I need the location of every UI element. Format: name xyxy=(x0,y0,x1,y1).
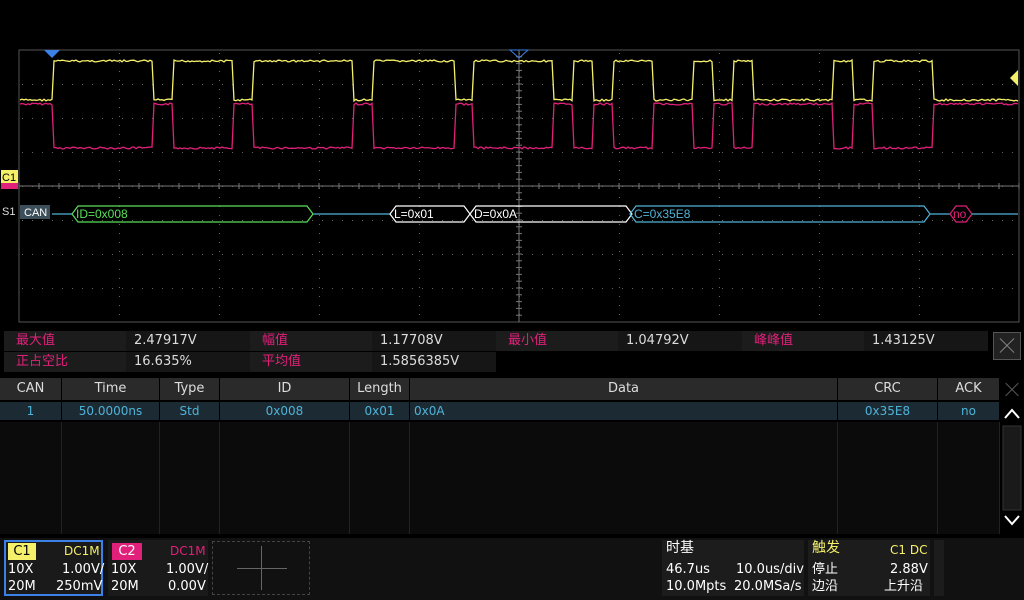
ch1-probe: 10X xyxy=(8,562,34,577)
waveform-display[interactable]: C1 S1 CAN ID=0x008 L=0x01 D=0x0A C=0x35E… xyxy=(0,0,1024,326)
table-scrollbar[interactable] xyxy=(1002,404,1022,530)
ch2-name: C2 xyxy=(112,543,142,560)
meas-pkpk-value: 1.43125V xyxy=(864,331,988,351)
plus-icon-vertical xyxy=(261,546,262,590)
meas-amp-label: 幅值 xyxy=(250,331,374,351)
close-measurements-icon[interactable] xyxy=(993,332,1021,360)
close-table-icon[interactable] xyxy=(1002,380,1022,400)
table-empty-area xyxy=(0,422,62,534)
ch2-bandwidth: 20M xyxy=(111,579,139,594)
decode-crc-label: C=0x35E8 xyxy=(634,207,691,221)
ch1-coupling: DC1M xyxy=(64,544,100,558)
ch2-probe: 10X xyxy=(111,562,137,577)
decode-length-label: L=0x01 xyxy=(394,207,434,221)
cell-data: 0x0A xyxy=(410,402,838,420)
timebase-delay: 46.7us xyxy=(666,562,710,577)
trigger-slope: 上升沿 xyxy=(884,579,924,594)
col-header-crc: CRC xyxy=(838,378,938,400)
add-channel-button[interactable] xyxy=(212,541,310,595)
table-empty-area xyxy=(160,422,220,534)
s1-marker-label: S1 xyxy=(2,206,15,218)
trigger-type: 边沿 xyxy=(812,579,839,594)
meas-min-value: 1.04792V xyxy=(618,331,742,351)
col-header-data: Data xyxy=(410,378,838,400)
table-empty-area xyxy=(62,422,160,534)
timebase-points: 10.0Mpts xyxy=(666,579,727,594)
ch1-scale: 1.00V/ xyxy=(62,562,105,577)
cell-can: 1 xyxy=(0,402,62,420)
ch2-coupling: DC1M xyxy=(170,544,206,558)
ch2-scale: 1.00V/ xyxy=(166,562,209,577)
decode-table: CAN Time Type ID Length Data CRC ACK 1 5… xyxy=(0,378,1000,534)
ch2-ground-marker[interactable] xyxy=(1,183,18,189)
ch1-settings[interactable]: C1 DC1M 10X 1.00V/ 20M 250mV xyxy=(4,540,105,596)
table-empty-area xyxy=(220,422,350,534)
meas-amp-value: 1.17708V xyxy=(372,331,496,351)
measurement-panel: 最大值 2.47917V 幅值 1.17708V 最小值 1.04792V 峰峰… xyxy=(0,328,1024,372)
trigger-source: C1 DC xyxy=(890,543,928,557)
ch1-offset: 250mV xyxy=(56,579,103,594)
ch2-settings[interactable]: C2 DC1M 10X 1.00V/ 20M 0.00V xyxy=(108,540,208,596)
timebase-sample-rate: 20.0MSa/s xyxy=(734,579,802,594)
table-empty-area xyxy=(838,422,938,534)
trigger-state: 停止 xyxy=(812,562,839,577)
meas-mean-label: 平均值 xyxy=(250,352,374,372)
scroll-down-icon[interactable] xyxy=(1004,515,1020,526)
table-empty-area xyxy=(410,422,838,534)
timebase-title: 时基 xyxy=(666,540,694,556)
decode-data-label: D=0x0A xyxy=(474,207,517,221)
trigger-panel[interactable]: 触发 C1 DC 停止 2.88V 边沿 上升沿 xyxy=(808,540,930,596)
col-header-length: Length xyxy=(350,378,410,400)
col-header-can: CAN xyxy=(0,378,62,400)
col-header-time: Time xyxy=(62,378,160,400)
plus-icon xyxy=(237,568,287,569)
decode-tag-label: CAN xyxy=(24,207,47,219)
scroll-up-icon[interactable] xyxy=(1004,408,1020,419)
table-empty-area xyxy=(938,422,1000,534)
timebase-scale: 10.0us/div xyxy=(736,562,804,577)
status-bar-edge xyxy=(934,540,944,596)
decode-ack-label: no xyxy=(953,207,967,221)
ch2-offset: 0.00V xyxy=(168,579,206,594)
col-header-ack: ACK xyxy=(938,378,1000,400)
meas-pkpk-label: 峰峰值 xyxy=(742,331,866,351)
meas-max-label: 最大值 xyxy=(4,331,128,351)
meas-mean-value: 1.5856385V xyxy=(372,352,496,372)
meas-duty-value: 16.635% xyxy=(126,352,250,372)
ch1-bandwidth: 20M xyxy=(8,579,36,594)
meas-max-value: 2.47917V xyxy=(126,331,250,351)
decode-id-label: ID=0x008 xyxy=(76,207,128,221)
cell-id: 0x008 xyxy=(220,402,350,420)
cell-crc: 0x35E8 xyxy=(838,402,938,420)
col-header-type: Type xyxy=(160,378,220,400)
trigger-title: 触发 xyxy=(812,540,840,556)
cell-ack: no xyxy=(938,402,1000,420)
meas-min-label: 最小值 xyxy=(496,331,620,351)
table-empty-area xyxy=(350,422,410,534)
cell-length: 0x01 xyxy=(350,402,410,420)
cell-time: 50.0000ns xyxy=(62,402,160,420)
timebase-panel[interactable]: 时基 46.7us 10.0us/div 10.0Mpts 20.0MSa/s xyxy=(662,540,804,596)
meas-duty-label: 正占空比 xyxy=(4,352,128,372)
ch1-name: C1 xyxy=(8,543,36,560)
cell-type: Std xyxy=(160,402,220,420)
trigger-level: 2.88V xyxy=(890,562,928,577)
ch1-marker-label: C1 xyxy=(2,172,16,184)
col-header-id: ID xyxy=(220,378,350,400)
